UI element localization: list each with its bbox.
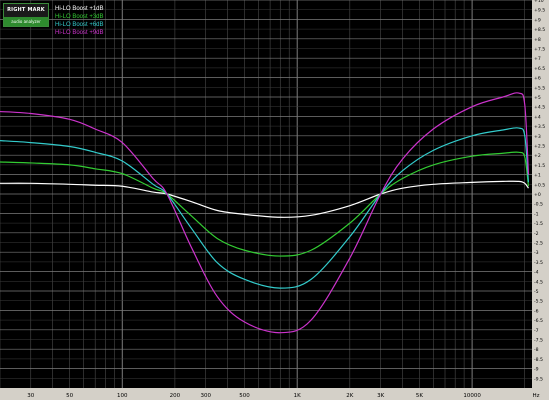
y-tick-label: -4.5 <box>534 279 543 285</box>
x-tick-label: 50 <box>66 393 73 399</box>
y-tick-label: +7 <box>534 56 541 62</box>
x-tick-label: 1K <box>294 393 301 399</box>
y-tick-label: -6.5 <box>534 318 543 324</box>
legend-entry-1: Hi-LO Boost +1dB <box>55 6 104 12</box>
y-tick-label: +1 <box>534 173 541 179</box>
y-tick-label: -1.5 <box>534 221 543 227</box>
logo-sub-text: audio analyzer <box>4 17 48 26</box>
y-tick-label: +2.5 <box>534 144 545 150</box>
y-tick-label: -9.5 <box>534 376 543 382</box>
y-tick-label: +9 <box>534 17 541 23</box>
y-tick-label: +1.5 <box>534 163 545 169</box>
y-tick-label: +9.5 <box>534 8 545 14</box>
chart-window: +10 +9.5 +9 +8.5 +8 +7.5 +7 +6.5 +6 +5.5 +5 +4.5 +4 +… <box>0 0 549 400</box>
x-tick-label: 300 <box>200 393 211 399</box>
y-tick-label: -3 <box>534 250 539 256</box>
y-tick-label: -5 <box>534 289 539 295</box>
y-tick-label: -2 <box>534 231 539 237</box>
x-tick-label: 500 <box>239 393 250 399</box>
y-tick-label: +4 <box>534 114 541 120</box>
y-tick-label: -0.5 <box>534 202 543 208</box>
y-tick-label: +2 <box>534 153 541 159</box>
logo-brand-text: RIGHT MARK <box>4 4 48 17</box>
y-tick-label: -6 <box>534 308 539 314</box>
y-tick-label: +6.5 <box>534 66 545 72</box>
y-tick-label: -7.5 <box>534 338 543 344</box>
y-tick-label: +8.5 <box>534 27 545 33</box>
rightmark-logo: RIGHT MARK audio analyzer <box>3 3 49 27</box>
y-tick-label: -5.5 <box>534 299 543 305</box>
x-tick-label: 30 <box>27 393 34 399</box>
y-tick-label: +7.5 <box>534 47 545 53</box>
x-tick-label: 3K <box>377 393 384 399</box>
x-tick-label: 2K <box>346 393 353 399</box>
y-tick-label: +3 <box>534 134 541 140</box>
grid <box>0 0 532 388</box>
y-tick-label: +0 <box>534 192 541 198</box>
y-tick-label: +4.5 <box>534 105 545 111</box>
x-tick-label: 100 <box>117 393 128 399</box>
y-tick-label: -8.5 <box>534 357 543 363</box>
frequency-response-chart: +10 +9.5 +9 +8.5 +8 +7.5 +7 +6.5 +6 +5.5 +5 +4.5 +4 +… <box>0 0 549 400</box>
x-tick-label: 5K <box>416 393 423 399</box>
y-tick-label: +5.5 <box>534 85 545 91</box>
y-tick-label: +3.5 <box>534 124 545 130</box>
y-tick-label: -4 <box>534 270 539 276</box>
y-tick-label: +0.5 <box>534 182 545 188</box>
legend-entry-3: Hi-LO Boost +6dB <box>55 22 104 28</box>
x-tick-label: 200 <box>170 393 181 399</box>
y-tick-label: -2.5 <box>534 241 543 247</box>
y-tick-label: -3.5 <box>534 260 543 266</box>
y-tick-label: +5 <box>534 95 541 101</box>
y-tick-label: +8 <box>534 37 541 43</box>
y-tick-label: -1 <box>534 211 539 217</box>
legend-entry-2: Hi-LO Boost +3dB <box>55 14 104 20</box>
y-tick-label: +10 <box>534 0 544 4</box>
x-tick-label: Hz <box>532 393 539 399</box>
y-tick-label: -8 <box>534 347 539 353</box>
y-tick-label: +6 <box>534 76 541 82</box>
y-tick-label: -7 <box>534 328 539 334</box>
x-tick-label: 10000 <box>463 393 481 399</box>
legend-entry-4: Hi-LO Boost +9dB <box>55 30 104 36</box>
y-tick-label: -9 <box>534 367 539 373</box>
